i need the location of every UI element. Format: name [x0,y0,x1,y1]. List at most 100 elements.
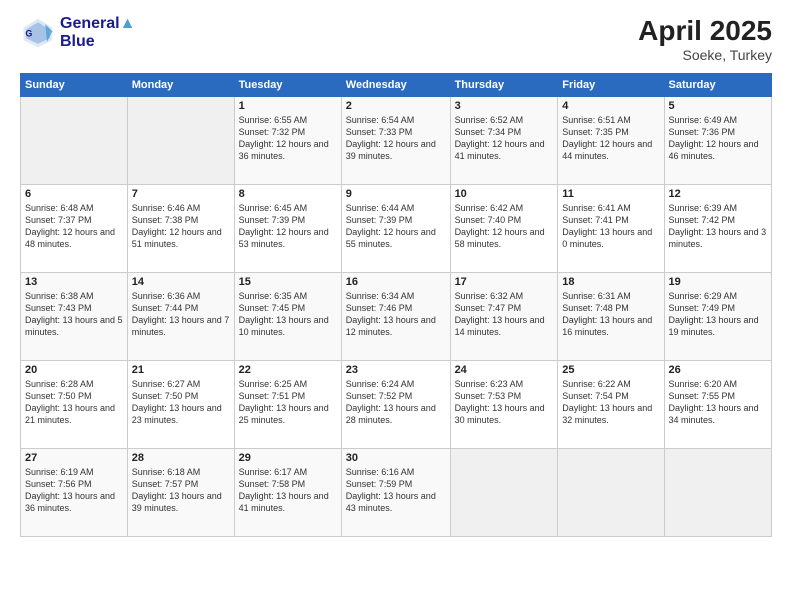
day-number: 3 [455,100,554,112]
calendar-cell: 15 Sunrise: 6:35 AM Sunset: 7:45 PM Dayli… [234,273,341,361]
day-number: 28 [132,452,230,464]
day-number: 9 [346,188,446,200]
day-info: Sunrise: 6:45 AM Sunset: 7:39 PM Dayligh… [239,202,337,251]
day-info: Sunrise: 6:19 AM Sunset: 7:56 PM Dayligh… [25,466,123,515]
day-info: Sunrise: 6:18 AM Sunset: 7:57 PM Dayligh… [132,466,230,515]
day-info: Sunrise: 6:35 AM Sunset: 7:45 PM Dayligh… [239,290,337,339]
day-number: 19 [669,276,767,288]
calendar-cell [127,97,234,185]
calendar-cell [450,449,558,537]
day-number: 5 [669,100,767,112]
day-number: 11 [562,188,659,200]
day-number: 14 [132,276,230,288]
calendar-cell: 29 Sunrise: 6:17 AM Sunset: 7:58 PM Dayli… [234,449,341,537]
calendar-cell: 24 Sunrise: 6:23 AM Sunset: 7:53 PM Dayli… [450,361,558,449]
calendar-cell: 26 Sunrise: 6:20 AM Sunset: 7:55 PM Dayli… [664,361,771,449]
calendar-cell: 3Sunrise: 6:52 AM Sunset: 7:34 PM Daylig… [450,97,558,185]
day-info: Sunrise: 6:17 AM Sunset: 7:58 PM Dayligh… [239,466,337,515]
day-number: 1 [239,100,337,112]
day-number: 18 [562,276,659,288]
day-header-saturday: Saturday [664,74,771,97]
calendar-cell: 2Sunrise: 6:54 AM Sunset: 7:33 PM Daylig… [341,97,450,185]
week-row-0: 1Sunrise: 6:55 AM Sunset: 7:32 PM Daylig… [21,97,772,185]
calendar-cell: 4Sunrise: 6:51 AM Sunset: 7:35 PM Daylig… [558,97,664,185]
logo: G General▲ Blue [20,15,135,51]
day-number: 25 [562,364,659,376]
day-number: 27 [25,452,123,464]
calendar-cell: 28 Sunrise: 6:18 AM Sunset: 7:57 PM Dayli… [127,449,234,537]
day-number: 16 [346,276,446,288]
calendar-cell: 25 Sunrise: 6:22 AM Sunset: 7:54 PM Dayli… [558,361,664,449]
day-number: 22 [239,364,337,376]
calendar-table: SundayMondayTuesdayWednesdayThursdayFrid… [20,73,772,537]
calendar-cell: 7 Sunrise: 6:46 AM Sunset: 7:38 PM Daylig… [127,185,234,273]
calendar-cell: 12 Sunrise: 6:39 AM Sunset: 7:42 PM Dayli… [664,185,771,273]
calendar-cell: 18 Sunrise: 6:31 AM Sunset: 7:48 PM Dayli… [558,273,664,361]
header: G General▲ Blue April 2025 Soeke, Turkey [20,15,772,63]
day-info: Sunrise: 6:44 AM Sunset: 7:39 PM Dayligh… [346,202,446,251]
calendar-cell: 19Sunrise: 6:29 AM Sunset: 7:49 PM Dayli… [664,273,771,361]
day-info: Sunrise: 6:25 AM Sunset: 7:51 PM Dayligh… [239,378,337,427]
calendar-cell: 16 Sunrise: 6:34 AM Sunset: 7:46 PM Dayli… [341,273,450,361]
calendar-cell: 9 Sunrise: 6:44 AM Sunset: 7:39 PM Daylig… [341,185,450,273]
day-info: Sunrise: 6:51 AM Sunset: 7:35 PM Dayligh… [562,114,659,163]
calendar-cell: 20 Sunrise: 6:28 AM Sunset: 7:50 PM Dayli… [21,361,128,449]
svg-text:G: G [25,29,32,39]
day-info: Sunrise: 6:28 AM Sunset: 7:50 PM Dayligh… [25,378,123,427]
day-number: 12 [669,188,767,200]
day-info: Sunrise: 6:20 AM Sunset: 7:55 PM Dayligh… [669,378,767,427]
day-info: Sunrise: 6:16 AM Sunset: 7:59 PM Dayligh… [346,466,446,515]
calendar-cell: 10 Sunrise: 6:42 AM Sunset: 7:40 PM Dayli… [450,185,558,273]
day-info: Sunrise: 6:23 AM Sunset: 7:53 PM Dayligh… [455,378,554,427]
title-block: April 2025 Soeke, Turkey [638,15,772,63]
calendar-cell: 13Sunrise: 6:38 AM Sunset: 7:43 PM Dayli… [21,273,128,361]
day-info: Sunrise: 6:39 AM Sunset: 7:42 PM Dayligh… [669,202,767,251]
day-header-sunday: Sunday [21,74,128,97]
logo-text: General▲ Blue [60,15,135,50]
page: G General▲ Blue April 2025 Soeke, Turkey… [0,0,792,612]
month-title: April 2025 [638,15,772,47]
day-number: 29 [239,452,337,464]
day-number: 20 [25,364,123,376]
day-number: 30 [346,452,446,464]
day-info: Sunrise: 6:42 AM Sunset: 7:40 PM Dayligh… [455,202,554,251]
day-header-monday: Monday [127,74,234,97]
day-number: 21 [132,364,230,376]
day-info: Sunrise: 6:38 AM Sunset: 7:43 PM Dayligh… [25,290,123,339]
calendar-cell: 11 Sunrise: 6:41 AM Sunset: 7:41 PM Dayli… [558,185,664,273]
day-info: Sunrise: 6:34 AM Sunset: 7:46 PM Dayligh… [346,290,446,339]
calendar-cell: 14Sunrise: 6:36 AM Sunset: 7:44 PM Dayli… [127,273,234,361]
calendar-cell: 30 Sunrise: 6:16 AM Sunset: 7:59 PM Dayli… [341,449,450,537]
day-number: 17 [455,276,554,288]
calendar-cell: 6 Sunrise: 6:48 AM Sunset: 7:37 PM Daylig… [21,185,128,273]
day-info: Sunrise: 6:31 AM Sunset: 7:48 PM Dayligh… [562,290,659,339]
week-row-1: 6 Sunrise: 6:48 AM Sunset: 7:37 PM Daylig… [21,185,772,273]
day-number: 10 [455,188,554,200]
day-info: Sunrise: 6:22 AM Sunset: 7:54 PM Dayligh… [562,378,659,427]
week-row-4: 27 Sunrise: 6:19 AM Sunset: 7:56 PM Dayli… [21,449,772,537]
day-number: 24 [455,364,554,376]
calendar-cell: 21 Sunrise: 6:27 AM Sunset: 7:50 PM Dayli… [127,361,234,449]
day-info: Sunrise: 6:32 AM Sunset: 7:47 PM Dayligh… [455,290,554,339]
day-info: Sunrise: 6:41 AM Sunset: 7:41 PM Dayligh… [562,202,659,251]
calendar-cell: 17 Sunrise: 6:32 AM Sunset: 7:47 PM Dayli… [450,273,558,361]
week-row-3: 20 Sunrise: 6:28 AM Sunset: 7:50 PM Dayli… [21,361,772,449]
day-header-tuesday: Tuesday [234,74,341,97]
calendar-cell: 22 Sunrise: 6:25 AM Sunset: 7:51 PM Dayli… [234,361,341,449]
day-info: Sunrise: 6:27 AM Sunset: 7:50 PM Dayligh… [132,378,230,427]
day-info: Sunrise: 6:48 AM Sunset: 7:37 PM Dayligh… [25,202,123,251]
day-number: 15 [239,276,337,288]
day-info: Sunrise: 6:49 AM Sunset: 7:36 PM Dayligh… [669,114,767,163]
calendar-cell: 23Sunrise: 6:24 AM Sunset: 7:52 PM Dayli… [341,361,450,449]
calendar-cell: 27 Sunrise: 6:19 AM Sunset: 7:56 PM Dayli… [21,449,128,537]
calendar-cell [664,449,771,537]
calendar-cell: 1Sunrise: 6:55 AM Sunset: 7:32 PM Daylig… [234,97,341,185]
day-number: 26 [669,364,767,376]
calendar-cell [558,449,664,537]
day-header-friday: Friday [558,74,664,97]
day-info: Sunrise: 6:46 AM Sunset: 7:38 PM Dayligh… [132,202,230,251]
day-number: 6 [25,188,123,200]
day-number: 23 [346,364,446,376]
calendar-cell: 8Sunrise: 6:45 AM Sunset: 7:39 PM Daylig… [234,185,341,273]
day-number: 7 [132,188,230,200]
